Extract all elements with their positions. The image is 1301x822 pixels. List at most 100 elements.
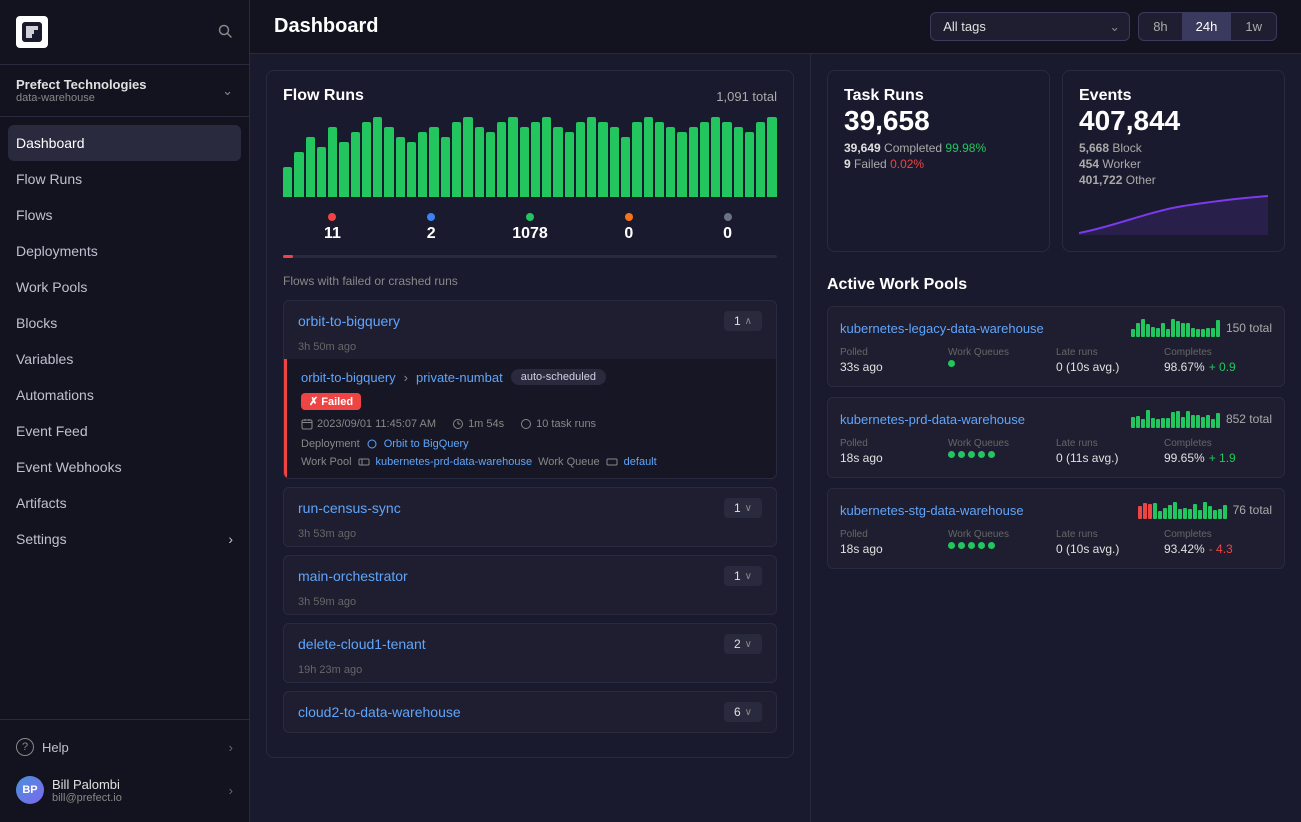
chart-bar [553, 127, 562, 197]
pool-name-prd[interactable]: kubernetes-prd-data-warehouse [840, 412, 1025, 427]
chart-bar [328, 127, 337, 197]
pool-bars-prd [1131, 410, 1220, 428]
time-btn-24h[interactable]: 24h [1182, 13, 1232, 40]
pool-stats-stg: Polled 18s ago Work Queues [840, 529, 1272, 556]
main: Dashboard All tags 8h 24h 1w Flow Runs 1… [250, 0, 1301, 822]
pool-bar [1156, 419, 1160, 428]
user-email: bill@prefect.io [52, 792, 122, 804]
chart-bar [576, 122, 585, 197]
workspace-selector[interactable]: Prefect Technologies data-warehouse ⌄ [0, 65, 249, 117]
workspace-sub: data-warehouse [16, 92, 147, 104]
pool-bar [1198, 510, 1202, 519]
flow-time-orbit: 3h 50m ago [284, 341, 776, 359]
flow-item-delete: delete-cloud1-tenant 2 ∨ 19h 23m ago [283, 623, 777, 683]
flow-badge-orbit[interactable]: 1 ∧ [724, 311, 762, 331]
cancelled-count: 0 [624, 225, 633, 243]
run-name[interactable]: private-numbat [416, 370, 503, 385]
pool-bar [1211, 419, 1215, 428]
help-item[interactable]: ? Help › [0, 728, 249, 766]
task-runs-card: Task Runs 39,658 39,649 Completed 99.98%… [827, 70, 1050, 252]
flow-runs-total: 1,091 total [716, 89, 777, 104]
sidebar-item-blocks[interactable]: Blocks [0, 305, 249, 341]
events-worker-row: 454 Worker [1079, 157, 1268, 171]
chart-bar [632, 122, 641, 197]
sidebar-item-label: Work Pools [16, 279, 87, 295]
pool-name-legacy[interactable]: kubernetes-legacy-data-warehouse [840, 321, 1044, 336]
pool-bar [1151, 418, 1155, 428]
status-failed: 11 [283, 209, 382, 247]
task-runs-title: Task Runs [844, 87, 1033, 105]
sidebar-item-flow-runs[interactable]: Flow Runs [0, 161, 249, 197]
run-flow-name[interactable]: orbit-to-bigquery [301, 370, 396, 385]
pool-bar [1218, 509, 1222, 519]
pool-bars-legacy [1131, 319, 1220, 337]
user-item[interactable]: BP Bill Palombi bill@prefect.io › [0, 766, 249, 814]
tag-select[interactable]: All tags [930, 12, 1130, 41]
pool-bar [1166, 329, 1170, 337]
time-btn-1w[interactable]: 1w [1231, 13, 1276, 40]
flow-badge-orchestrator[interactable]: 1 ∨ [724, 566, 762, 586]
run-task-count: 10 task runs [520, 418, 596, 430]
task-failed-row: 9 Failed 0.02% [844, 157, 1033, 171]
chart-bar [463, 117, 472, 197]
pool-bar [1193, 504, 1197, 519]
flow-badge-census[interactable]: 1 ∨ [724, 498, 762, 518]
sidebar-item-flows[interactable]: Flows [0, 197, 249, 233]
flow-name-census[interactable]: run-census-sync [298, 500, 401, 516]
run-queue-link[interactable]: default [624, 456, 657, 468]
sidebar-item-deployments[interactable]: Deployments [0, 233, 249, 269]
flow-item-cloud2: cloud2-to-data-warehouse 6 ∨ [283, 691, 777, 733]
search-button[interactable] [217, 23, 233, 42]
pool-bar [1178, 509, 1182, 519]
sidebar-item-event-feed[interactable]: Event Feed [0, 413, 249, 449]
nav-items: Dashboard Flow Runs Flows Deployments Wo… [0, 117, 249, 719]
flow-name-orchestrator[interactable]: main-orchestrator [298, 568, 408, 584]
sidebar-item-automations[interactable]: Automations [0, 377, 249, 413]
flow-name-cloud2[interactable]: cloud2-to-data-warehouse [298, 704, 461, 720]
sidebar-item-dashboard[interactable]: Dashboard [8, 125, 241, 161]
chart-bar [756, 122, 765, 197]
flow-item-orbit: orbit-to-bigquery 1 ∧ 3h 50m ago orbit-t… [283, 300, 777, 479]
failed-count: 11 [324, 225, 341, 243]
time-btn-8h[interactable]: 8h [1139, 13, 1181, 40]
sidebar-item-work-pools[interactable]: Work Pools [0, 269, 249, 305]
sidebar-item-artifacts[interactable]: Artifacts [0, 485, 249, 521]
pool-bar [1158, 511, 1162, 519]
chart-bar [475, 127, 484, 197]
sidebar-item-label: Artifacts [16, 495, 67, 511]
sidebar-item-event-webhooks[interactable]: Event Webhooks [0, 449, 249, 485]
work-pools-title: Active Work Pools [827, 276, 1285, 294]
pool-bar [1186, 411, 1190, 428]
pool-bar [1181, 323, 1185, 337]
sidebar-item-variables[interactable]: Variables [0, 341, 249, 377]
chart-bar [644, 117, 653, 197]
run-pool-link[interactable]: kubernetes-prd-data-warehouse [376, 456, 533, 468]
help-circle-icon: ? [16, 738, 34, 756]
flow-time-orchestrator: 3h 59m ago [284, 596, 776, 614]
flow-item-orchestrator: main-orchestrator 1 ∨ 3h 59m ago [283, 555, 777, 615]
chart-bar [418, 132, 427, 197]
sidebar: Prefect Technologies data-warehouse ⌄ Da… [0, 0, 250, 822]
chart-bar [767, 117, 776, 197]
pool-name-stg[interactable]: kubernetes-stg-data-warehouse [840, 503, 1024, 518]
chart-bar [407, 142, 416, 197]
status-progress-fill [283, 255, 293, 258]
run-tag: auto-scheduled [511, 369, 606, 385]
flow-name-delete[interactable]: delete-cloud1-tenant [298, 636, 426, 652]
pool-bar [1206, 415, 1210, 428]
flow-badge-delete[interactable]: 2 ∨ [724, 634, 762, 654]
flow-badge-cloud2[interactable]: 6 ∨ [724, 702, 762, 722]
chart-bar [666, 127, 675, 197]
status-running: 2 [382, 209, 481, 247]
sidebar-item-label: Event Webhooks [16, 459, 122, 475]
flow-name-orbit[interactable]: orbit-to-bigquery [298, 313, 400, 329]
run-deployment-link[interactable]: Orbit to BigQuery [384, 438, 469, 450]
sidebar-item-settings[interactable]: Settings › [0, 521, 249, 557]
chevron-down-icon: ⌄ [222, 83, 233, 99]
run-detail-orbit: orbit-to-bigquery › private-numbat auto-… [284, 359, 776, 478]
pool-bar [1131, 329, 1135, 338]
chart-bar [677, 132, 686, 197]
chart-bar [587, 117, 596, 197]
chart-bar [722, 122, 731, 197]
chart-bar [565, 132, 574, 197]
